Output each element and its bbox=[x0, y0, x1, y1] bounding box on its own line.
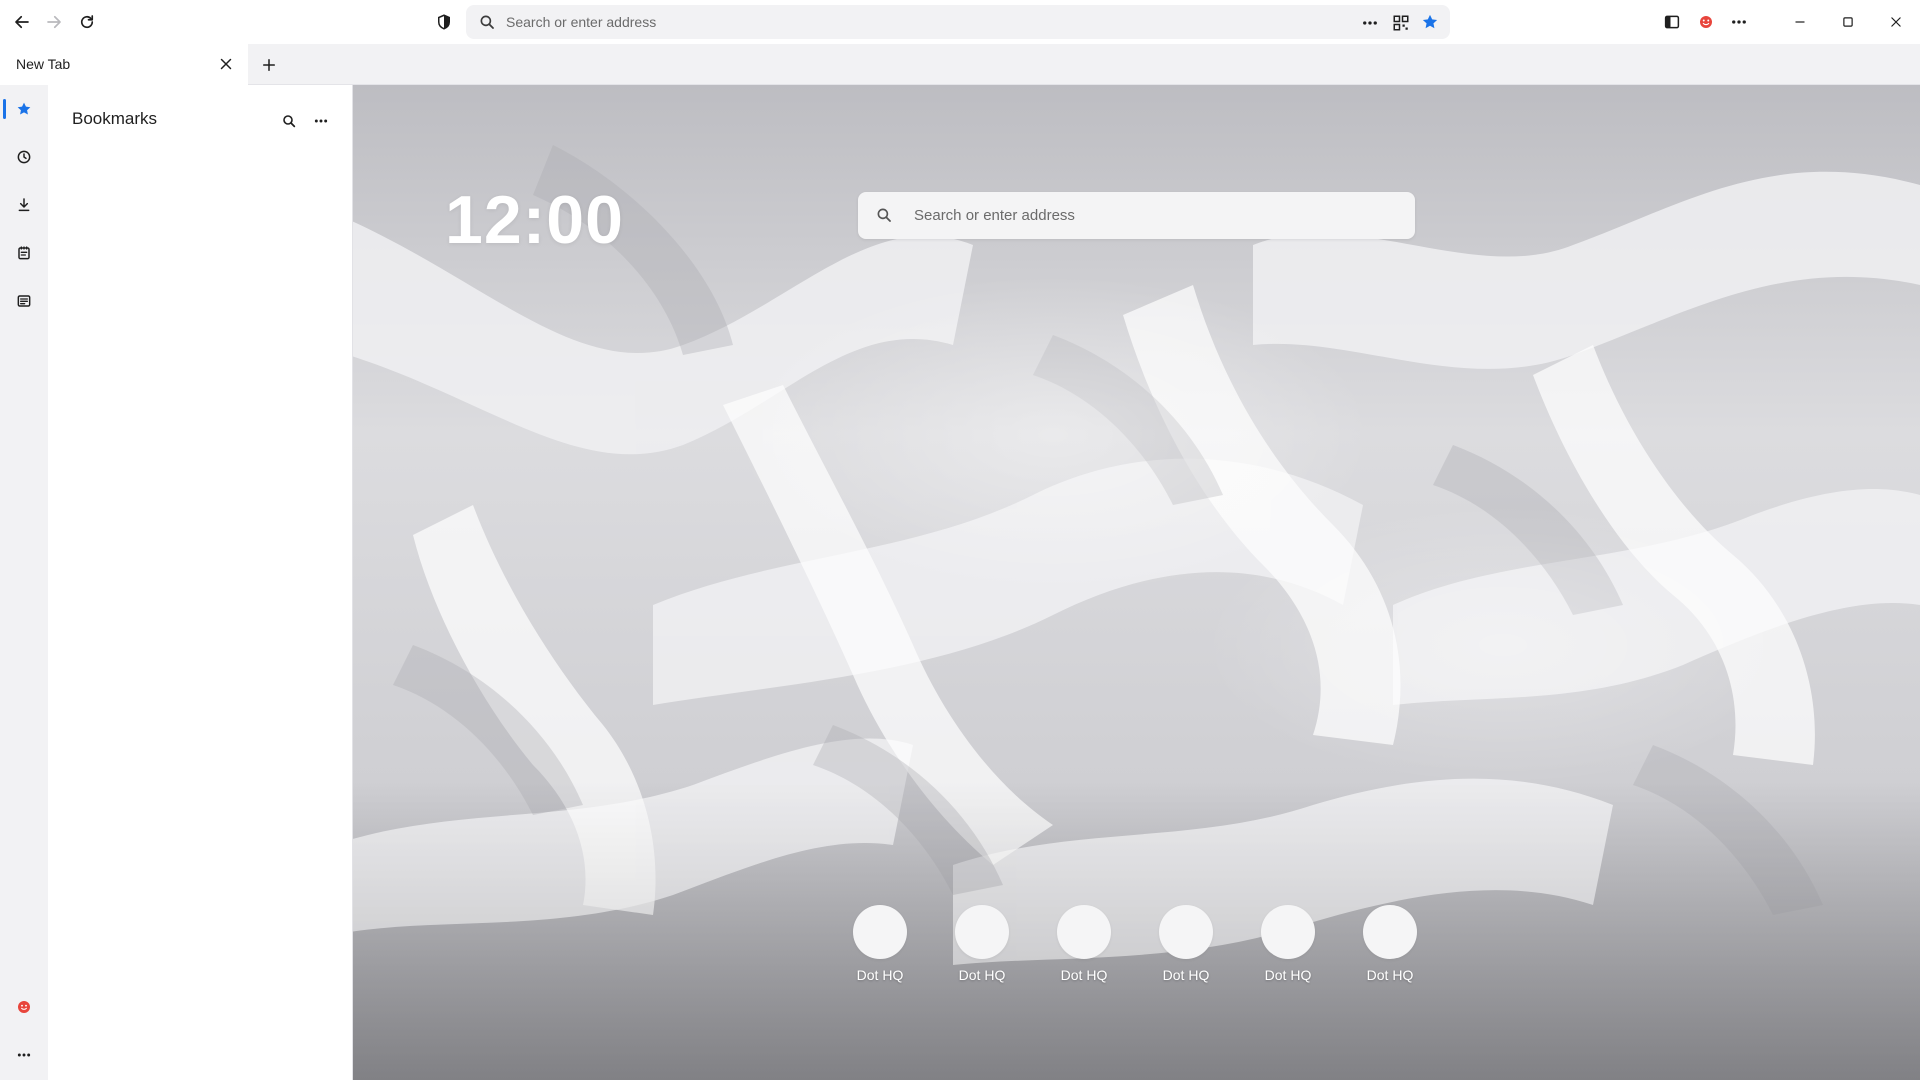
maximize-icon bbox=[1843, 17, 1853, 27]
shortcut-label: Dot HQ bbox=[958, 967, 1006, 983]
shortcut-label: Dot HQ bbox=[1060, 967, 1108, 983]
shortcut-icon bbox=[1363, 905, 1417, 959]
new-tab-page: 12:00 Search or enter address Dot HQ Dot… bbox=[353, 85, 1920, 1080]
shortcut-tile[interactable]: Dot HQ bbox=[1248, 905, 1328, 995]
search-icon bbox=[877, 208, 891, 222]
side-rail bbox=[0, 85, 48, 1080]
download-icon bbox=[18, 198, 30, 212]
bookmarks-panel: Bookmarks bbox=[48, 85, 353, 1080]
search-icon bbox=[283, 115, 296, 128]
sidebar-icon bbox=[1664, 15, 1680, 29]
star-icon bbox=[17, 102, 31, 115]
notepad-icon bbox=[18, 246, 30, 260]
close-window-button[interactable] bbox=[1884, 10, 1908, 34]
shield-icon bbox=[438, 14, 450, 30]
tab-strip: New Tab bbox=[0, 44, 1920, 85]
rail-item-profile[interactable] bbox=[12, 995, 36, 1019]
tab-close-button[interactable] bbox=[216, 54, 236, 74]
rail-item-history[interactable] bbox=[12, 145, 36, 169]
more-horizontal-icon bbox=[1732, 20, 1746, 24]
shield-button[interactable] bbox=[432, 10, 456, 34]
more-horizontal-icon bbox=[314, 119, 328, 123]
tab-new-tab[interactable]: New Tab bbox=[0, 44, 248, 85]
new-tab-button[interactable] bbox=[257, 53, 281, 77]
rail-item-downloads[interactable] bbox=[12, 193, 36, 217]
back-button[interactable] bbox=[10, 10, 34, 34]
profile-button[interactable] bbox=[1694, 10, 1718, 34]
rail-item-reader[interactable] bbox=[12, 289, 36, 313]
clock-icon bbox=[17, 150, 31, 164]
address-bar[interactable]: Search or enter address bbox=[466, 5, 1450, 39]
qr-code-button[interactable] bbox=[1391, 13, 1411, 33]
shortcut-label: Dot HQ bbox=[1264, 967, 1312, 983]
close-icon bbox=[1891, 17, 1901, 27]
ntp-search-input[interactable]: Search or enter address bbox=[914, 207, 1075, 224]
more-horizontal-icon bbox=[1363, 21, 1377, 25]
browser-toolbar: Search or enter address bbox=[0, 0, 1920, 44]
shortcut-icon bbox=[1159, 905, 1213, 959]
shortcut-label: Dot HQ bbox=[1162, 967, 1210, 983]
address-more-button[interactable] bbox=[466, 13, 486, 33]
shortcut-icon bbox=[955, 905, 1009, 959]
shortcut-tile[interactable]: Dot HQ bbox=[942, 905, 1022, 995]
forward-button[interactable] bbox=[42, 10, 66, 34]
tab-title: New Tab bbox=[16, 56, 71, 72]
rail-item-bookmarks[interactable] bbox=[12, 97, 36, 121]
profile-icon bbox=[1700, 16, 1712, 28]
shortcut-tile[interactable]: Dot HQ bbox=[1350, 905, 1430, 995]
shortcut-label: Dot HQ bbox=[1366, 967, 1414, 983]
shortcut-tile[interactable]: Dot HQ bbox=[1146, 905, 1226, 995]
qr-code-icon bbox=[1393, 15, 1409, 31]
star-icon bbox=[1422, 14, 1438, 29]
reload-button[interactable] bbox=[75, 10, 99, 34]
maximize-button[interactable] bbox=[1836, 10, 1860, 34]
minimize-icon bbox=[1795, 21, 1805, 23]
profile-icon bbox=[18, 1001, 30, 1013]
close-icon bbox=[220, 58, 232, 70]
ntp-search-box[interactable]: Search or enter address bbox=[858, 192, 1415, 239]
minimize-button[interactable] bbox=[1788, 10, 1812, 34]
shortcut-tile[interactable]: Dot HQ bbox=[840, 905, 920, 995]
shortcut-tile[interactable]: Dot HQ bbox=[1044, 905, 1124, 995]
page-actions-button[interactable] bbox=[1360, 13, 1380, 33]
rail-item-notes[interactable] bbox=[12, 241, 36, 265]
menu-button[interactable] bbox=[1727, 10, 1751, 34]
active-indicator bbox=[3, 99, 6, 119]
reader-icon bbox=[17, 295, 31, 307]
sidebar-toggle-button[interactable] bbox=[1660, 10, 1684, 34]
shortcut-label: Dot HQ bbox=[856, 967, 904, 983]
bookmark-star-button[interactable] bbox=[1420, 12, 1440, 32]
shortcut-icon bbox=[853, 905, 907, 959]
shortcut-icon bbox=[1261, 905, 1315, 959]
address-input[interactable]: Search or enter address bbox=[506, 14, 656, 30]
panel-title: Bookmarks bbox=[72, 109, 158, 128]
reload-icon bbox=[80, 15, 94, 29]
bookmarks-more-button[interactable] bbox=[309, 109, 333, 133]
clock-display: 12:00 bbox=[445, 182, 624, 258]
shortcut-icon bbox=[1057, 905, 1111, 959]
arrow-left-icon bbox=[15, 15, 29, 29]
plus-icon bbox=[263, 59, 275, 71]
bookmarks-search-button[interactable] bbox=[277, 109, 301, 133]
rail-item-more[interactable] bbox=[12, 1043, 36, 1067]
arrow-right-icon bbox=[47, 15, 61, 29]
more-horizontal-icon bbox=[17, 1053, 31, 1057]
